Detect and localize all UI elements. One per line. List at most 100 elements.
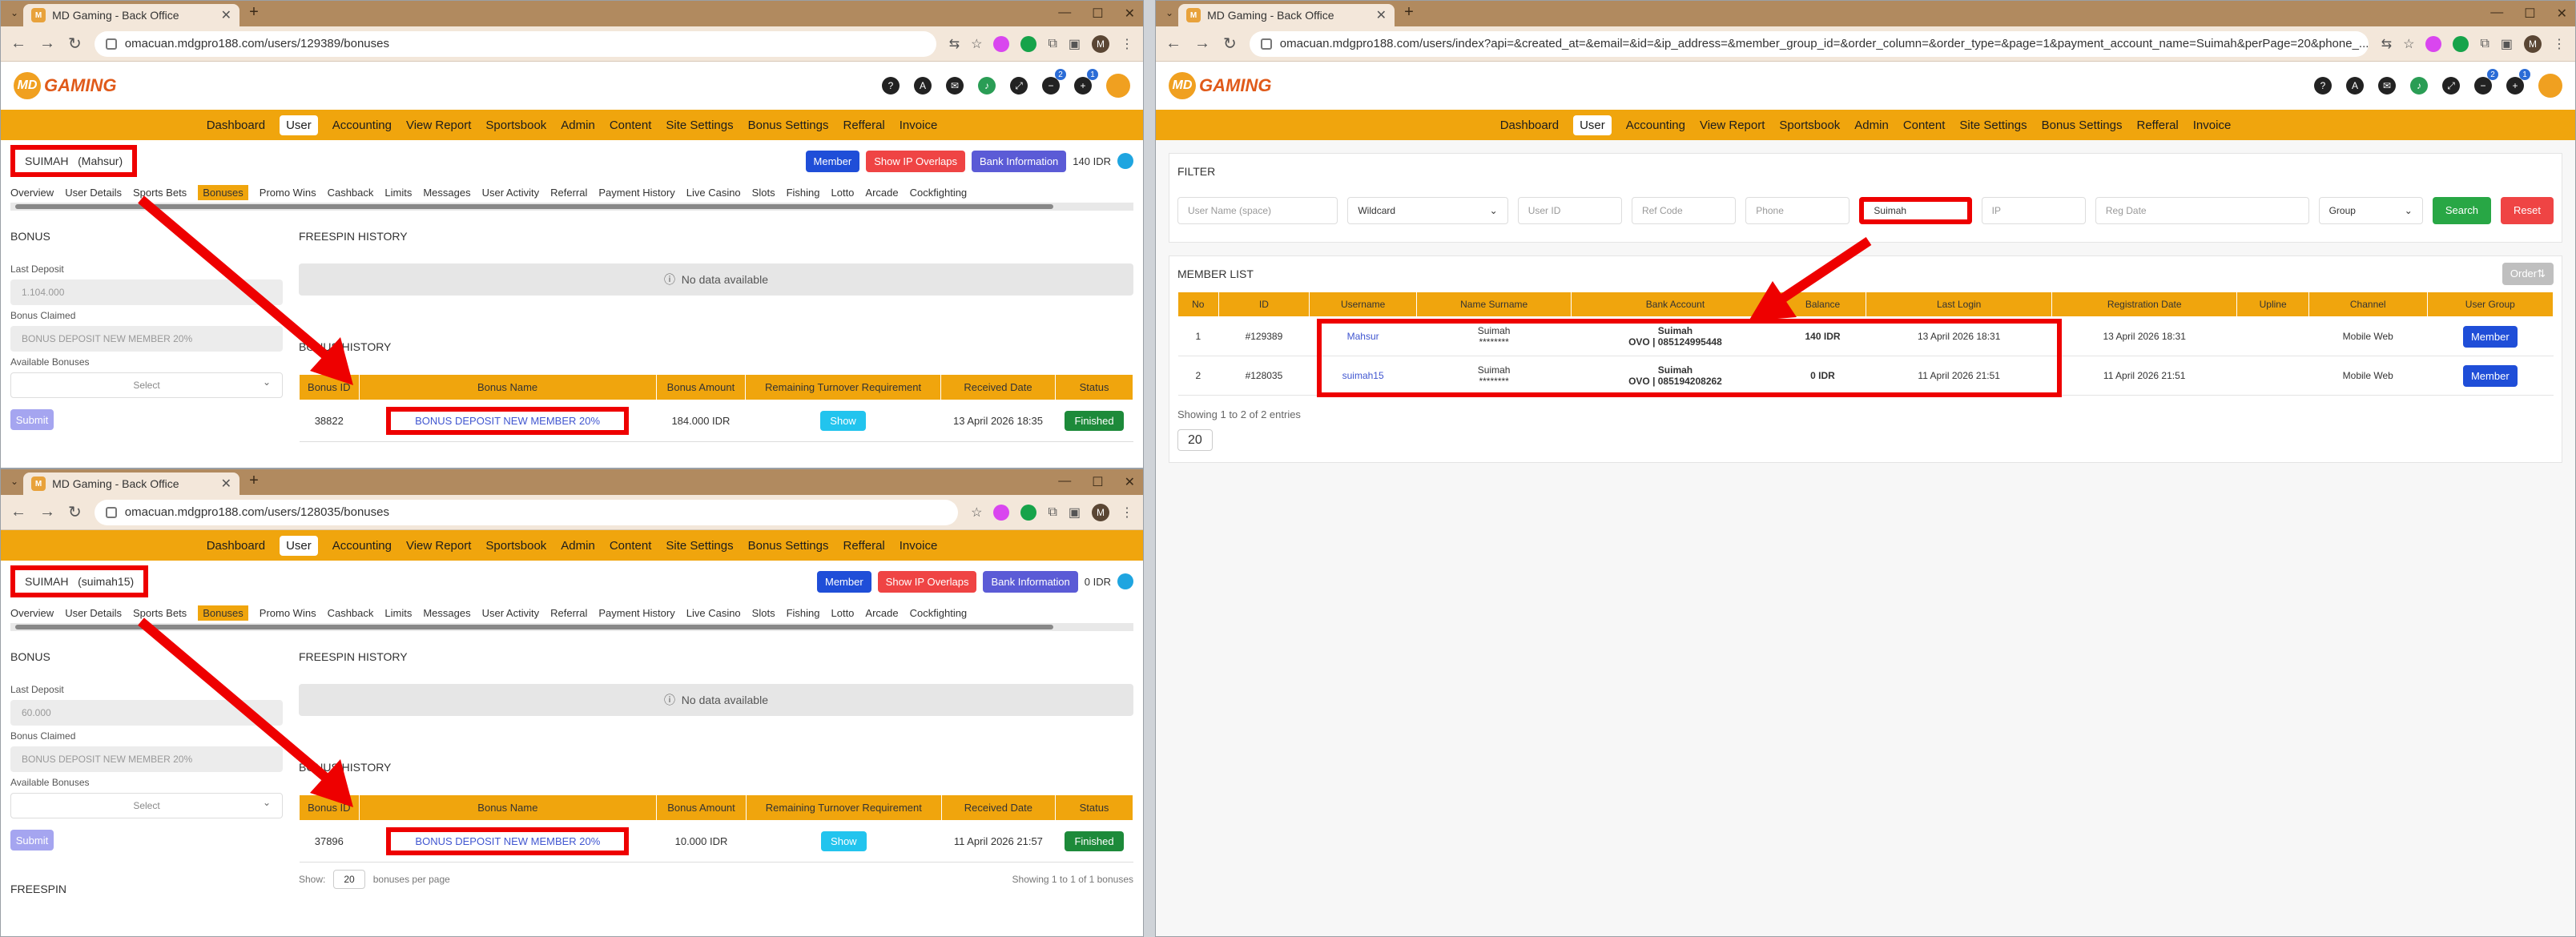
- show-turnover-button[interactable]: Show: [821, 831, 867, 851]
- menu-admin[interactable]: Admin: [561, 539, 595, 553]
- col-bonus-id[interactable]: Bonus ID: [299, 794, 360, 821]
- translate-icon[interactable]: ⇆: [2381, 36, 2392, 52]
- site-logo[interactable]: MD GAMING: [1169, 72, 1271, 99]
- kebab-menu-icon[interactable]: ⋮: [1121, 505, 1133, 521]
- reload-icon[interactable]: ↻: [68, 34, 82, 54]
- puzzle-icon[interactable]: ⧉: [1048, 505, 1057, 520]
- menu-invoice[interactable]: Invoice: [900, 539, 938, 553]
- group-select[interactable]: Group ⌄: [2318, 197, 2423, 224]
- col-last-login[interactable]: Last Login: [1866, 292, 2052, 317]
- sidepanel-icon[interactable]: ▣: [1069, 505, 1081, 521]
- col-received-date[interactable]: Received Date: [940, 794, 1057, 821]
- subtab[interactable]: Overview: [10, 187, 54, 199]
- col-username[interactable]: Username: [1309, 292, 1417, 317]
- show-ip-overlaps-button[interactable]: Show IP Overlaps: [866, 150, 966, 172]
- user-avatar[interactable]: [2538, 74, 2562, 98]
- menu-dashboard[interactable]: Dashboard: [1500, 119, 1559, 132]
- per-page-select[interactable]: 20: [1177, 429, 1213, 451]
- col-balance[interactable]: Balance: [1778, 292, 1867, 317]
- col-name-surname[interactable]: Name Surname: [1415, 292, 1572, 317]
- back-icon[interactable]: ←: [1165, 34, 1181, 53]
- member-button[interactable]: Member: [805, 150, 860, 172]
- subtab[interactable]: Cockfighting: [910, 607, 968, 619]
- col-no[interactable]: No: [1177, 292, 1219, 317]
- minimize-icon[interactable]: —: [1058, 6, 1071, 22]
- language-icon[interactable]: A: [2346, 77, 2364, 95]
- close-window-icon[interactable]: ✕: [1125, 6, 1135, 22]
- member-button[interactable]: Member: [816, 570, 871, 593]
- col-id[interactable]: ID: [1218, 292, 1310, 317]
- url-field[interactable]: omacuan.mdgpro188.com/users/129389/bonus…: [94, 30, 936, 57]
- subtab-active[interactable]: Bonuses: [198, 184, 248, 200]
- minimize-icon[interactable]: —: [2490, 6, 2503, 22]
- bookmark-star-icon[interactable]: ☆: [971, 36, 982, 52]
- browser-tab[interactable]: M MD Gaming - Back Office ✕: [1178, 4, 1395, 26]
- menu-bonus-settings[interactable]: Bonus Settings: [2042, 119, 2123, 132]
- available-bonuses-select[interactable]: Select: [10, 793, 283, 818]
- add-icon[interactable]: +1: [2506, 69, 2530, 95]
- url-field[interactable]: omacuan.mdgpro188.com/users/128035/bonus…: [94, 499, 959, 525]
- col-turnover[interactable]: Remaining Turnover Requirement: [745, 374, 941, 400]
- forward-icon[interactable]: →: [39, 503, 55, 521]
- kebab-menu-icon[interactable]: ⋮: [1121, 36, 1133, 52]
- close-window-icon[interactable]: ✕: [1125, 474, 1135, 490]
- subtab[interactable]: Limits: [384, 607, 412, 619]
- reset-button[interactable]: Reset: [2501, 197, 2554, 224]
- subtab[interactable]: Fishing: [787, 187, 820, 199]
- userid-filter[interactable]: User ID: [1517, 197, 1622, 224]
- subtab[interactable]: Live Casino: [686, 607, 741, 619]
- wildcard-select[interactable]: Wildcard ⌄: [1347, 197, 1508, 224]
- horizontal-scrollbar[interactable]: [10, 623, 1133, 631]
- maximize-icon[interactable]: ☐: [1092, 474, 1103, 490]
- col-channel[interactable]: Channel: [2308, 292, 2428, 317]
- reload-icon[interactable]: ↻: [68, 502, 82, 522]
- subtab[interactable]: Referral: [550, 187, 587, 199]
- member-group-badge[interactable]: Member: [2462, 364, 2518, 387]
- menu-view-report[interactable]: View Report: [1700, 119, 1765, 132]
- bank-information-button[interactable]: Bank Information: [983, 570, 1078, 593]
- col-registration-date[interactable]: Registration Date: [2051, 292, 2238, 317]
- col-bank-account[interactable]: Bank Account: [1571, 292, 1780, 317]
- site-info-icon[interactable]: [105, 506, 117, 518]
- url-field[interactable]: omacuan.mdgpro188.com/users/index?api=&c…: [1249, 30, 2369, 57]
- notification-icon[interactable]: −2: [1042, 69, 1066, 95]
- menu-bonus-settings[interactable]: Bonus Settings: [748, 539, 829, 553]
- menu-invoice[interactable]: Invoice: [900, 119, 938, 132]
- menu-site-settings[interactable]: Site Settings: [1959, 119, 2027, 132]
- menu-content[interactable]: Content: [610, 119, 652, 132]
- col-bonus-id[interactable]: Bonus ID: [299, 374, 360, 400]
- menu-view-report[interactable]: View Report: [406, 539, 471, 553]
- subtab[interactable]: Payment History: [598, 187, 674, 199]
- menu-site-settings[interactable]: Site Settings: [666, 119, 733, 132]
- bookmark-star-icon[interactable]: ☆: [971, 505, 982, 521]
- forward-icon[interactable]: →: [39, 34, 55, 53]
- ip-filter[interactable]: IP: [1981, 197, 2086, 224]
- help-icon[interactable]: ?: [882, 77, 900, 95]
- bank-information-button[interactable]: Bank Information: [972, 150, 1067, 172]
- subtab[interactable]: Fishing: [787, 607, 820, 619]
- add-icon[interactable]: +1: [1074, 69, 1098, 95]
- menu-accounting[interactable]: Accounting: [332, 539, 392, 553]
- help-icon[interactable]: ?: [2314, 77, 2332, 95]
- bonus-name-link[interactable]: BONUS DEPOSIT NEW MEMBER 20%: [386, 827, 630, 855]
- col-status[interactable]: Status: [1055, 794, 1133, 821]
- reload-icon[interactable]: ↻: [1223, 34, 1237, 54]
- sidepanel-icon[interactable]: ▣: [2501, 36, 2513, 52]
- subtab[interactable]: Lotto: [831, 187, 855, 199]
- subtab[interactable]: Slots: [752, 607, 775, 619]
- username-filter[interactable]: User Name (space): [1177, 197, 1338, 224]
- subtab[interactable]: User Activity: [482, 187, 540, 199]
- browser-tab[interactable]: M MD Gaming - Back Office ✕: [23, 4, 240, 26]
- chat-icon[interactable]: ✉: [946, 77, 964, 95]
- phone-filter[interactable]: Phone: [1745, 197, 1850, 224]
- close-tab-icon[interactable]: ✕: [1376, 7, 1387, 23]
- new-tab-icon[interactable]: +: [249, 3, 259, 22]
- chat-icon[interactable]: ✉: [2378, 77, 2396, 95]
- menu-dashboard[interactable]: Dashboard: [207, 119, 265, 132]
- col-status[interactable]: Status: [1055, 374, 1133, 400]
- menu-user[interactable]: User: [1573, 115, 1612, 135]
- extension-icon[interactable]: [993, 504, 1010, 521]
- kebab-menu-icon[interactable]: ⋮: [2553, 36, 2566, 52]
- subtab[interactable]: User Details: [65, 607, 122, 619]
- col-upline[interactable]: Upline: [2236, 292, 2309, 317]
